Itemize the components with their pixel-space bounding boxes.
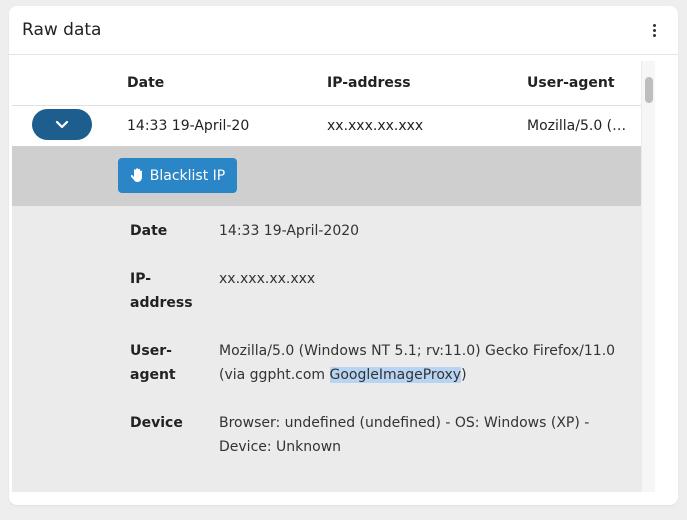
row-user-agent: Mozilla/5.0 (…	[527, 118, 627, 134]
detail-ip-value: xx.xxx.xx.xxx	[219, 271, 316, 287]
row-details-panel: Date 14:33 19-April-2020 IP- address xx.…	[12, 206, 641, 492]
row-ip-address: xx.xxx.xx.xxx	[327, 118, 424, 134]
scrollbar-thumb[interactable]	[645, 77, 653, 103]
chevron-down-icon	[55, 120, 69, 129]
card-header: Raw data	[9, 6, 678, 55]
card-title: Raw data	[22, 20, 102, 40]
collapse-row-button[interactable]	[32, 109, 92, 140]
table-scroll-area[interactable]: Date IP-address User-agent 14:33 19-Apri…	[12, 61, 641, 492]
column-header-ip-address[interactable]: IP-address	[327, 75, 411, 91]
detail-date-value: 14:33 19-April-2020	[219, 223, 360, 239]
column-header-date[interactable]: Date	[127, 75, 164, 91]
vertical-scrollbar[interactable]	[641, 61, 655, 492]
table-row[interactable]: 14:33 19-April-20 xx.xxx.xx.xxx Mozilla/…	[12, 106, 641, 146]
table-header: Date IP-address User-agent	[12, 61, 641, 106]
hand-icon	[130, 168, 142, 182]
column-header-user-agent[interactable]: User-agent	[527, 75, 615, 91]
blacklist-ip-button[interactable]: Blacklist IP	[118, 158, 237, 193]
detail-user-agent-label: User- agent	[130, 343, 176, 383]
detail-user-agent-value: Mozilla/5.0 (Windows NT 5.1; rv:11.0) Ge…	[219, 343, 616, 383]
row-action-bar: Blacklist IP	[12, 146, 641, 206]
detail-ip-label: IP- address	[130, 271, 193, 311]
selected-text-highlight: GoogleImageProxy	[329, 367, 462, 383]
blacklist-ip-label: Blacklist IP	[149, 167, 226, 184]
detail-date-label: Date	[130, 223, 168, 239]
detail-device-value: Browser: undefined (undefined) - OS: Win…	[219, 415, 590, 455]
kebab-menu-icon[interactable]	[644, 18, 664, 42]
detail-device-label: Device	[130, 415, 183, 431]
row-date: 14:33 19-April-20	[127, 118, 250, 134]
